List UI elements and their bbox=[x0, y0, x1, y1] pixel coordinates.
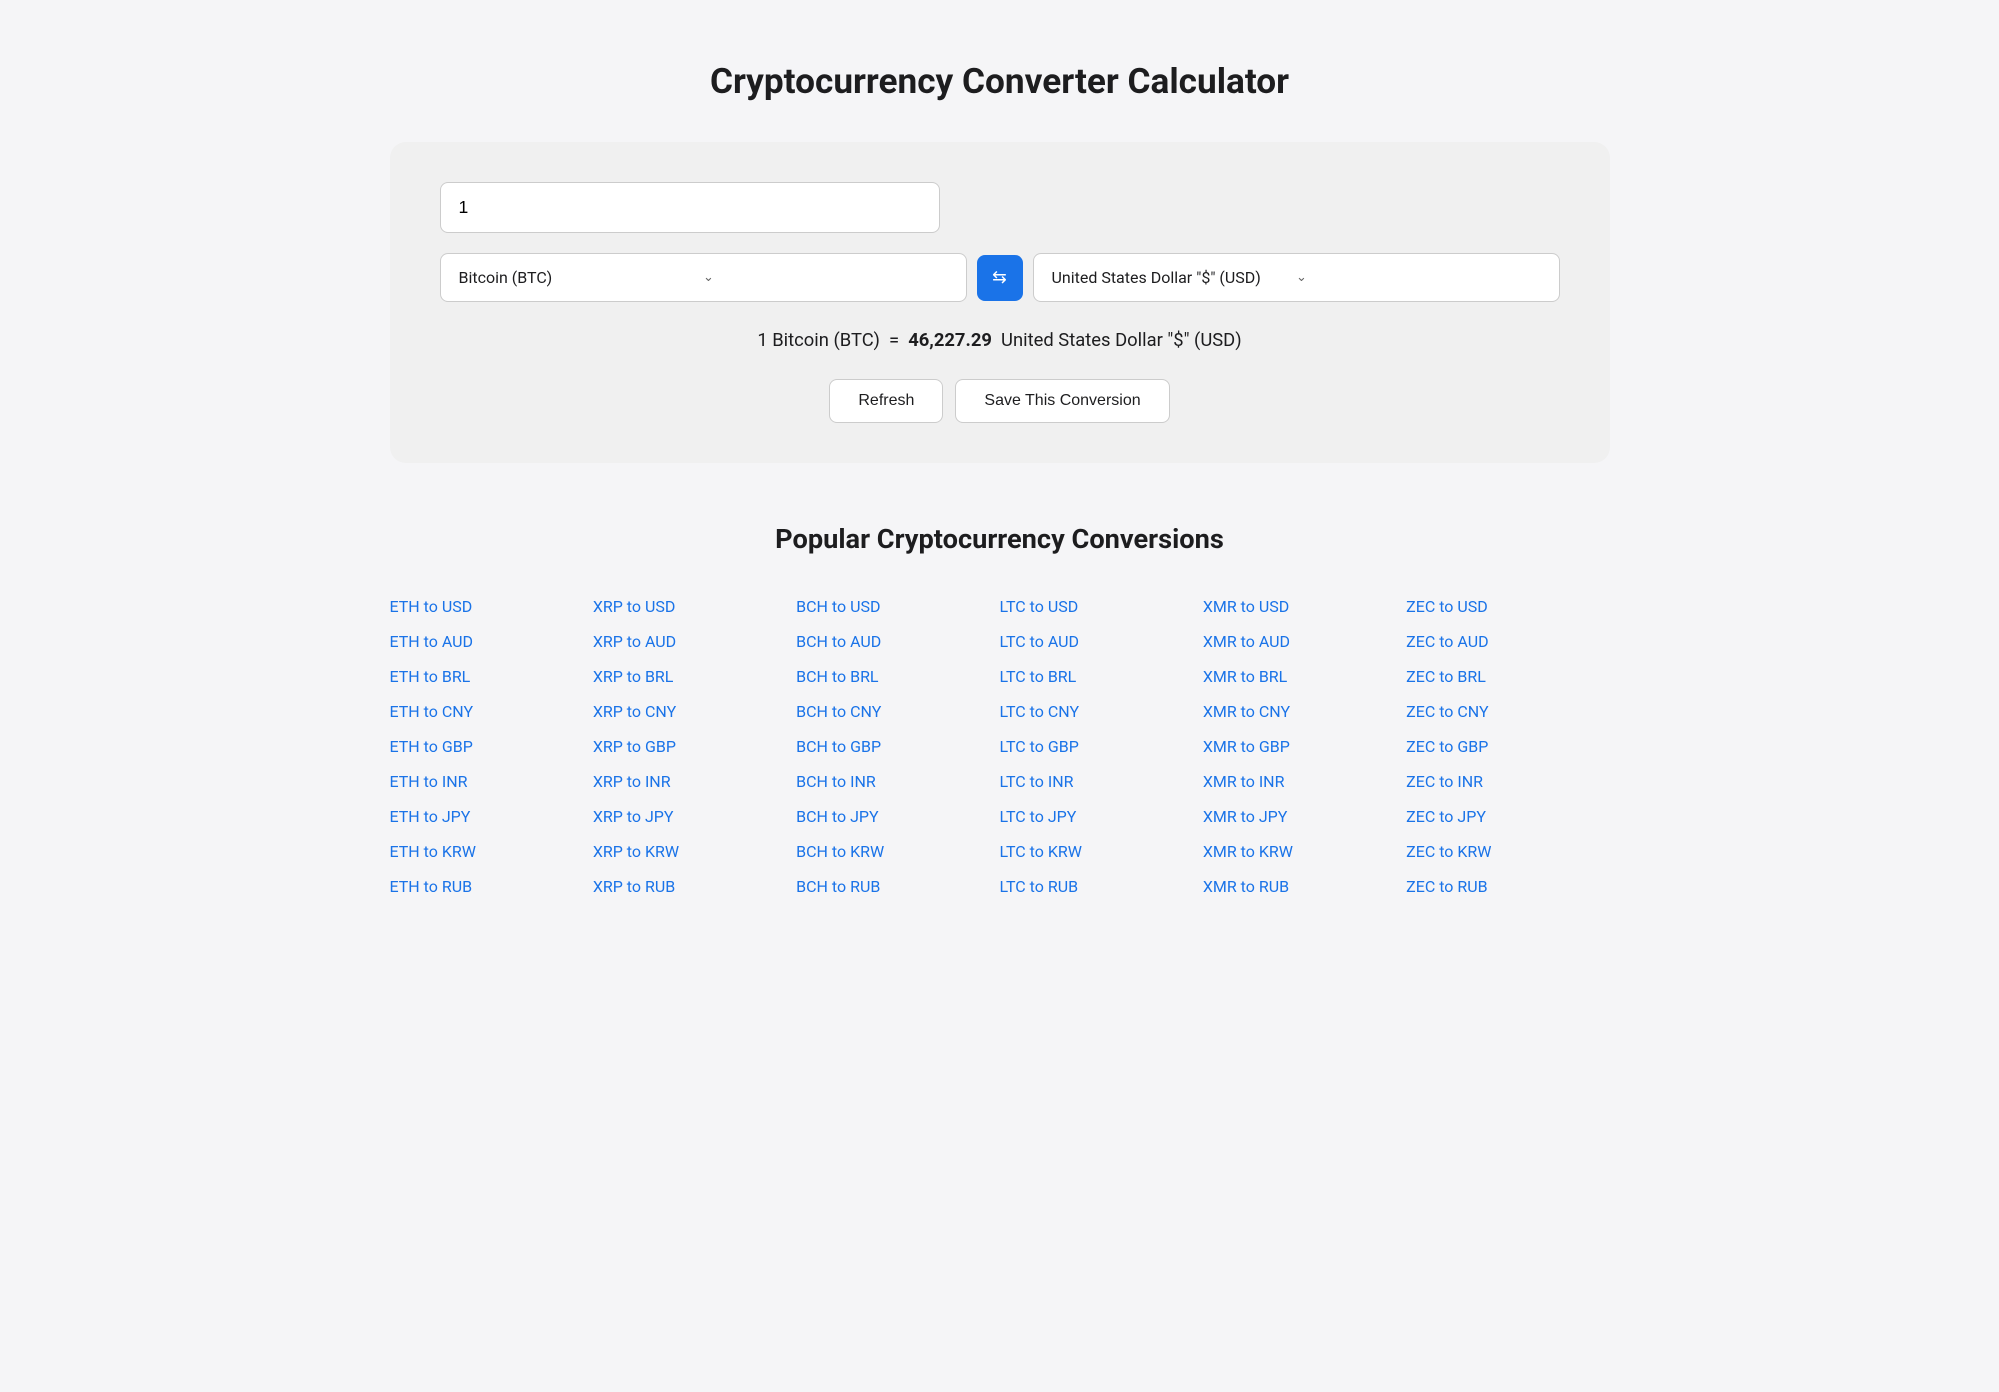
conversion-link[interactable]: LTC to RUB bbox=[999, 871, 1202, 902]
conversion-link[interactable]: BCH to JPY bbox=[796, 801, 999, 832]
conversion-link[interactable]: XRP to JPY bbox=[593, 801, 796, 832]
conversion-link[interactable]: BCH to BRL bbox=[796, 661, 999, 692]
conversion-link[interactable]: ZEC to KRW bbox=[1406, 836, 1609, 867]
conversion-link[interactable]: XRP to INR bbox=[593, 766, 796, 797]
page-title: Cryptocurrency Converter Calculator bbox=[390, 60, 1610, 102]
conversion-link[interactable]: ETH to KRW bbox=[390, 836, 593, 867]
conversion-link[interactable]: LTC to AUD bbox=[999, 626, 1202, 657]
result-from-text: 1 Bitcoin (BTC) bbox=[757, 330, 880, 351]
conversion-link[interactable]: LTC to INR bbox=[999, 766, 1202, 797]
to-currency-select[interactable]: United States Dollar "$" (USD) ⌄ bbox=[1033, 253, 1560, 302]
conversion-link[interactable]: ETH to AUD bbox=[390, 626, 593, 657]
conversion-link[interactable]: XRP to USD bbox=[593, 591, 796, 622]
refresh-button[interactable]: Refresh bbox=[829, 379, 943, 423]
conversion-link[interactable]: BCH to KRW bbox=[796, 836, 999, 867]
conversion-link[interactable]: ZEC to RUB bbox=[1406, 871, 1609, 902]
conversion-link[interactable]: ZEC to USD bbox=[1406, 591, 1609, 622]
conversion-link[interactable]: XRP to RUB bbox=[593, 871, 796, 902]
result-value: 46,227.29 bbox=[908, 330, 992, 351]
result-to-currency: United States Dollar "$" (USD) bbox=[1001, 330, 1242, 351]
conversion-link[interactable]: BCH to AUD bbox=[796, 626, 999, 657]
conversion-link[interactable]: ETH to GBP bbox=[390, 731, 593, 762]
conversion-link[interactable]: BCH to INR bbox=[796, 766, 999, 797]
conversion-link[interactable]: XRP to KRW bbox=[593, 836, 796, 867]
conversion-link[interactable]: ETH to JPY bbox=[390, 801, 593, 832]
conversion-link[interactable]: XMR to KRW bbox=[1203, 836, 1406, 867]
to-currency-label: United States Dollar "$" (USD) bbox=[1052, 268, 1297, 287]
from-currency-select[interactable]: Bitcoin (BTC) ⌄ bbox=[440, 253, 967, 302]
conversion-link[interactable]: BCH to GBP bbox=[796, 731, 999, 762]
conversion-link[interactable]: LTC to GBP bbox=[999, 731, 1202, 762]
from-chevron-icon: ⌄ bbox=[703, 270, 948, 285]
from-currency-label: Bitcoin (BTC) bbox=[459, 268, 704, 287]
conversion-link[interactable]: XMR to GBP bbox=[1203, 731, 1406, 762]
converter-card: Bitcoin (BTC) ⌄ ⇆ United States Dollar "… bbox=[390, 142, 1610, 463]
conversion-link[interactable]: XRP to CNY bbox=[593, 696, 796, 727]
conversion-link[interactable]: BCH to RUB bbox=[796, 871, 999, 902]
conversion-link[interactable]: XMR to INR bbox=[1203, 766, 1406, 797]
conversion-link[interactable]: ETH to CNY bbox=[390, 696, 593, 727]
save-conversion-button[interactable]: Save This Conversion bbox=[955, 379, 1169, 423]
conversion-link[interactable]: XMR to RUB bbox=[1203, 871, 1406, 902]
conversion-link[interactable]: XMR to BRL bbox=[1203, 661, 1406, 692]
swap-icon: ⇆ bbox=[992, 267, 1007, 288]
result-equals: = bbox=[889, 330, 899, 351]
conversion-link[interactable]: LTC to BRL bbox=[999, 661, 1202, 692]
conversion-link[interactable]: LTC to USD bbox=[999, 591, 1202, 622]
conversion-link[interactable]: XMR to CNY bbox=[1203, 696, 1406, 727]
conversion-link[interactable]: XRP to BRL bbox=[593, 661, 796, 692]
conversion-link[interactable]: ZEC to AUD bbox=[1406, 626, 1609, 657]
conversion-link[interactable]: XRP to GBP bbox=[593, 731, 796, 762]
conversion-link[interactable]: ZEC to INR bbox=[1406, 766, 1609, 797]
swap-button[interactable]: ⇆ bbox=[977, 255, 1023, 301]
conversion-link[interactable]: LTC to CNY bbox=[999, 696, 1202, 727]
conversion-link[interactable]: XMR to AUD bbox=[1203, 626, 1406, 657]
conversion-link[interactable]: ZEC to GBP bbox=[1406, 731, 1609, 762]
conversion-link[interactable]: XMR to USD bbox=[1203, 591, 1406, 622]
currency-row: Bitcoin (BTC) ⌄ ⇆ United States Dollar "… bbox=[440, 253, 1560, 302]
conversion-link[interactable]: ZEC to CNY bbox=[1406, 696, 1609, 727]
result-row: 1 Bitcoin (BTC) = 46,227.29 United State… bbox=[440, 330, 1560, 351]
conversion-link[interactable]: BCH to USD bbox=[796, 591, 999, 622]
conversion-link[interactable]: ZEC to BRL bbox=[1406, 661, 1609, 692]
popular-section-title: Popular Cryptocurrency Conversions bbox=[390, 523, 1610, 555]
amount-input[interactable] bbox=[440, 182, 940, 233]
action-buttons: Refresh Save This Conversion bbox=[440, 379, 1560, 423]
to-chevron-icon: ⌄ bbox=[1296, 270, 1541, 285]
conversion-link[interactable]: ETH to BRL bbox=[390, 661, 593, 692]
conversion-link[interactable]: ZEC to JPY bbox=[1406, 801, 1609, 832]
conversion-link[interactable]: ETH to USD bbox=[390, 591, 593, 622]
conversions-grid: ETH to USDXRP to USDBCH to USDLTC to USD… bbox=[390, 591, 1610, 902]
conversion-link[interactable]: ETH to RUB bbox=[390, 871, 593, 902]
conversion-link[interactable]: ETH to INR bbox=[390, 766, 593, 797]
conversion-link[interactable]: XMR to JPY bbox=[1203, 801, 1406, 832]
conversion-link[interactable]: XRP to AUD bbox=[593, 626, 796, 657]
conversion-link[interactable]: LTC to JPY bbox=[999, 801, 1202, 832]
conversion-link[interactable]: LTC to KRW bbox=[999, 836, 1202, 867]
conversion-link[interactable]: BCH to CNY bbox=[796, 696, 999, 727]
